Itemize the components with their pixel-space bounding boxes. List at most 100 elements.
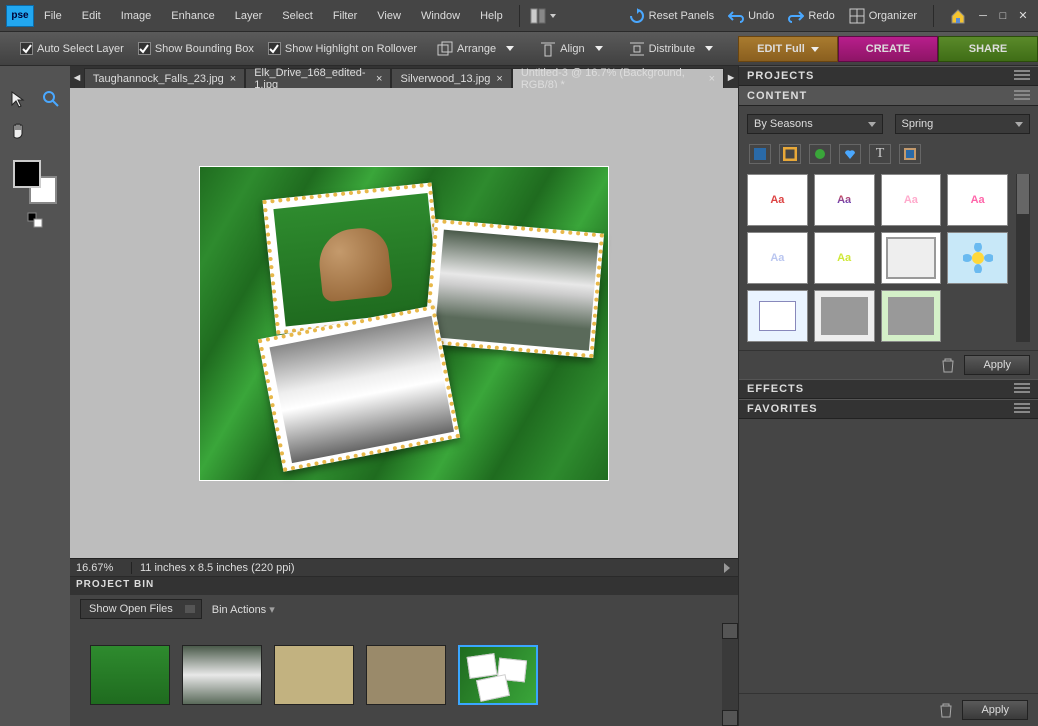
menu-window[interactable]: Window bbox=[411, 6, 470, 26]
window-maximize-button[interactable]: □ bbox=[996, 10, 1010, 22]
scroll-up-button[interactable] bbox=[722, 623, 738, 639]
content-item[interactable]: Aa bbox=[814, 232, 875, 284]
app-logo: pse bbox=[6, 5, 34, 27]
filter-text-icon[interactable]: T bbox=[869, 144, 891, 164]
menu-file[interactable]: File bbox=[34, 6, 72, 26]
move-tool-button[interactable] bbox=[5, 86, 33, 112]
content-scrollbar[interactable] bbox=[1016, 174, 1030, 342]
document-tab-bar: ◄ Taughannock_Falls_23.jpg× Elk_Drive_16… bbox=[70, 66, 738, 88]
bin-actions-dropdown[interactable]: Bin Actions ▾ bbox=[212, 603, 275, 616]
projects-panel-header[interactable]: PROJECTS bbox=[739, 66, 1038, 86]
window-close-button[interactable]: ✕ bbox=[1016, 9, 1030, 22]
close-tab-icon[interactable]: × bbox=[230, 73, 236, 85]
show-open-files-dropdown[interactable]: Show Open Files bbox=[80, 599, 202, 619]
arrange-dropdown[interactable]: Arrange bbox=[431, 39, 520, 59]
window-minimize-button[interactable]: ─ bbox=[976, 10, 990, 22]
content-item[interactable] bbox=[881, 290, 942, 342]
organizer-button[interactable]: Organizer bbox=[845, 6, 921, 26]
status-info-menu-button[interactable] bbox=[724, 563, 730, 573]
bin-scrollbar[interactable] bbox=[722, 623, 738, 726]
bin-thumbnail[interactable] bbox=[90, 645, 170, 705]
content-item[interactable]: Aa bbox=[947, 174, 1008, 226]
default-colors-button[interactable] bbox=[27, 212, 43, 228]
bin-thumbnail[interactable] bbox=[274, 645, 354, 705]
close-tab-icon[interactable]: × bbox=[496, 73, 502, 85]
align-dropdown[interactable]: Align bbox=[534, 39, 608, 59]
favorites-panel-header[interactable]: FAVORITES bbox=[739, 399, 1038, 419]
content-item[interactable] bbox=[881, 232, 942, 284]
photo-frame-waterfall-1[interactable] bbox=[424, 218, 604, 357]
distribute-dropdown[interactable]: Distribute bbox=[623, 39, 719, 59]
color-swatches[interactable] bbox=[13, 160, 57, 204]
bin-thumbnail-selected[interactable] bbox=[458, 645, 538, 705]
project-bin-header[interactable]: PROJECT BIN bbox=[70, 577, 738, 595]
mode-share-button[interactable]: SHARE bbox=[938, 36, 1038, 62]
filter-frames-icon[interactable] bbox=[779, 144, 801, 164]
menu-select[interactable]: Select bbox=[272, 6, 323, 26]
document-tab[interactable]: Silverwood_13.jpg× bbox=[391, 68, 511, 88]
content-subcategory-dropdown[interactable]: Spring bbox=[895, 114, 1031, 134]
bin-thumbnail[interactable] bbox=[366, 645, 446, 705]
content-apply-button[interactable]: Apply bbox=[964, 355, 1030, 375]
content-item[interactable]: Aa bbox=[747, 174, 808, 226]
reset-panels-button[interactable]: Reset Panels bbox=[625, 6, 718, 26]
content-item[interactable]: Aa bbox=[814, 174, 875, 226]
favorites-apply-button[interactable]: Apply bbox=[962, 700, 1028, 720]
document-tab[interactable]: Elk_Drive_168_edited-1.jpg× bbox=[245, 68, 391, 88]
close-tab-icon[interactable]: × bbox=[709, 73, 715, 85]
content-item[interactable] bbox=[947, 232, 1008, 284]
menu-image[interactable]: Image bbox=[111, 6, 162, 26]
trash-icon[interactable] bbox=[938, 702, 954, 718]
content-category-dropdown[interactable]: By Seasons bbox=[747, 114, 883, 134]
menu-help[interactable]: Help bbox=[470, 6, 513, 26]
effects-panel-header[interactable]: EFFECTS bbox=[739, 379, 1038, 399]
arrange-documents-button[interactable] bbox=[526, 6, 560, 26]
content-item[interactable]: Aa bbox=[881, 174, 942, 226]
mode-create-button[interactable]: CREATE bbox=[838, 36, 938, 62]
document-canvas[interactable] bbox=[199, 166, 609, 481]
canvas-viewport[interactable] bbox=[70, 88, 738, 558]
welcome-button[interactable] bbox=[946, 6, 970, 26]
menu-layer[interactable]: Layer bbox=[225, 6, 273, 26]
auto-select-layer-checkbox[interactable]: Auto Select Layer bbox=[20, 42, 124, 55]
foreground-color-swatch[interactable] bbox=[13, 160, 41, 188]
hand-tool-button[interactable] bbox=[5, 118, 33, 144]
zoom-tool-button[interactable] bbox=[37, 86, 65, 112]
menu-edit[interactable]: Edit bbox=[72, 6, 111, 26]
menu-enhance[interactable]: Enhance bbox=[161, 6, 224, 26]
tab-scroll-left-button[interactable]: ◄ bbox=[70, 68, 84, 88]
close-tab-icon[interactable]: × bbox=[376, 73, 382, 85]
bin-thumbnail[interactable] bbox=[182, 645, 262, 705]
filter-themes-icon[interactable] bbox=[899, 144, 921, 164]
document-tab-active[interactable]: Untitled-3 @ 16.7% (Background, RGB/8) *… bbox=[512, 68, 724, 88]
show-highlight-rollover-checkbox[interactable]: Show Highlight on Rollover bbox=[268, 42, 417, 55]
filter-graphics-icon[interactable] bbox=[809, 144, 831, 164]
panel-menu-icon[interactable] bbox=[1014, 383, 1030, 395]
toolbox bbox=[0, 66, 70, 726]
reset-panels-label: Reset Panels bbox=[649, 10, 714, 22]
content-item[interactable] bbox=[814, 290, 875, 342]
arrange-icon bbox=[437, 41, 453, 57]
mode-edit-button[interactable]: EDIT Full bbox=[738, 36, 838, 62]
tab-scroll-right-button[interactable]: ► bbox=[724, 68, 738, 88]
panel-menu-icon[interactable] bbox=[1014, 403, 1030, 415]
filter-shapes-icon[interactable] bbox=[839, 144, 861, 164]
content-item[interactable] bbox=[747, 290, 808, 342]
content-item[interactable]: Aa bbox=[747, 232, 808, 284]
menu-view[interactable]: View bbox=[367, 6, 411, 26]
content-panel-header[interactable]: CONTENT bbox=[739, 86, 1038, 106]
undo-button[interactable]: Undo bbox=[724, 6, 778, 26]
distribute-icon bbox=[629, 41, 645, 57]
zoom-level-field[interactable]: 16.67% bbox=[70, 562, 132, 574]
menu-filter[interactable]: Filter bbox=[323, 6, 367, 26]
scroll-down-button[interactable] bbox=[722, 710, 738, 726]
redo-button[interactable]: Redo bbox=[784, 6, 838, 26]
grid-icon bbox=[849, 8, 865, 24]
redo-icon bbox=[788, 8, 804, 24]
show-bounding-box-checkbox[interactable]: Show Bounding Box bbox=[138, 42, 254, 55]
filter-backgrounds-icon[interactable] bbox=[749, 144, 771, 164]
panel-menu-icon[interactable] bbox=[1014, 90, 1030, 102]
trash-icon[interactable] bbox=[940, 357, 956, 373]
document-tab[interactable]: Taughannock_Falls_23.jpg× bbox=[84, 68, 245, 88]
panel-menu-icon[interactable] bbox=[1014, 70, 1030, 82]
